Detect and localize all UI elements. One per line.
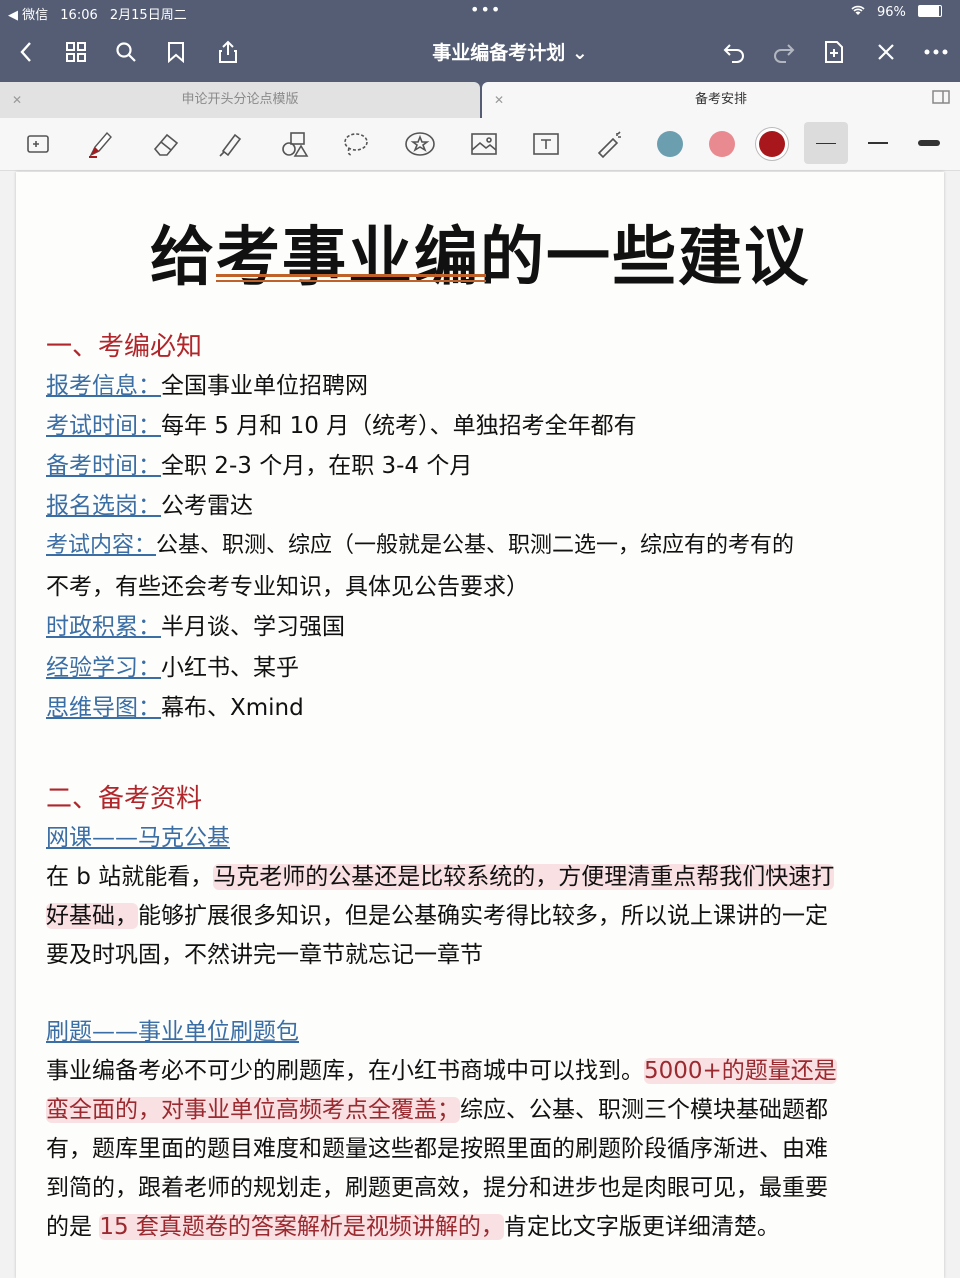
battery-percent: 96%: [876, 5, 906, 20]
pen-icon[interactable]: [84, 128, 116, 160]
subheading-course: 网课——马克公基: [46, 825, 230, 851]
info-value: 公基、职测、综应（一般就是公基、职测二选一，综应有的考有的: [156, 533, 795, 558]
read-mode-icon[interactable]: [22, 128, 54, 160]
close-edit-icon[interactable]: [872, 38, 900, 66]
medium-stroke-icon[interactable]: [868, 142, 888, 144]
tab-label: 备考安排: [694, 92, 747, 107]
paragraph-line: 有，题库里面的题目难度和题量这些都是按照里面的刷题阶段循序渐进、由难: [46, 1136, 828, 1162]
bookmark-icon[interactable]: [162, 38, 190, 66]
info-value: 全职 2-3 个月，在职 3-4 个月: [161, 453, 473, 479]
subheading-question-bank: 刷题——事业单位刷题包: [46, 1019, 299, 1045]
color-swatch-pink[interactable]: [709, 131, 735, 157]
battery-icon: [918, 5, 942, 17]
thin-stroke-icon[interactable]: [816, 143, 836, 144]
title-underline: [216, 274, 486, 277]
paragraph-line: 在 b 站就能看，马克老师的公基还是比较系统的，方便理清重点帮我们快速打: [46, 857, 835, 891]
info-key: 思维导图：: [46, 695, 161, 721]
info-key: 报考信息：: [46, 373, 161, 399]
info-key: 经验学习：: [46, 655, 161, 681]
undo-icon[interactable]: [720, 38, 748, 66]
color-swatch-blue[interactable]: [657, 131, 683, 157]
laser-pointer-icon[interactable]: [594, 128, 626, 160]
text-span: 的是: [46, 1214, 100, 1240]
info-key: 备考时间：: [46, 453, 161, 479]
paragraph-line: 的是 15 套真题卷的答案解析是视频讲解的，肯定比文字版更详细清楚。: [46, 1207, 780, 1241]
status-left: ◀ 微信 16:06 2月15日周二: [8, 4, 195, 23]
text-span: 在 b 站就能看，: [46, 864, 214, 890]
section-heading: 二、备考资料: [46, 784, 203, 814]
text-span: 肯定比文字版更详细清楚。: [503, 1214, 780, 1240]
info-row-continued: 不考，有些还会考专业知识，具体见公告要求）: [46, 567, 529, 601]
info-row: 经验学习：小红书、某乎: [46, 648, 299, 682]
info-row: 思维导图：幕布、Xmind: [46, 688, 304, 722]
multitask-dots[interactable]: •••: [470, 0, 501, 19]
section-heading: 一、考编必知: [46, 332, 203, 362]
tab-shenlun-template[interactable]: ✕ 申论开头分论点模版: [0, 82, 480, 118]
highlighted-text: 马克老师的公基还是比较系统的，方便理清重点帮我们快速打: [213, 864, 835, 890]
highlighter-icon[interactable]: [214, 128, 246, 160]
paragraph-line: 到简的，跟着老师的规划走，刷题更高效，提分和进步也是肉眼可见，最重要: [46, 1175, 828, 1201]
highlighted-text: 蛮全面的，对事业单位高频考点全覆盖；: [46, 1097, 460, 1123]
share-icon[interactable]: [214, 38, 242, 66]
tab-close-icon[interactable]: ✕: [12, 82, 22, 118]
status-right: 96%: [851, 4, 950, 20]
redo-icon[interactable]: [770, 38, 798, 66]
paragraph-line: 好基础，能够扩展很多知识，但是公基确实考得比较多，所以说上课讲的一定: [46, 896, 828, 930]
tab-exam-schedule[interactable]: ✕ 备考安排: [482, 82, 960, 118]
info-value: 公考雷达: [161, 493, 253, 519]
wifi-icon: [851, 5, 869, 20]
text-span: 综应、公基、职测三个模块基础题都: [460, 1097, 828, 1123]
shapes-icon[interactable]: [278, 128, 310, 160]
note-page[interactable]: 给考事业编的一些建议 一、考编必知 报考信息：全国事业单位招聘网 考试时间：每年…: [16, 172, 944, 1278]
nav-bar: 事业编备考计划 ⌄: [0, 24, 960, 80]
info-row: 报考信息：全国事业单位招聘网: [46, 366, 368, 400]
page-title: 给考事业编的一些建议: [150, 221, 810, 295]
info-row: 报名选岗：公考雷达: [46, 486, 253, 520]
paragraph-line: 蛮全面的，对事业单位高频考点全覆盖；综应、公基、职测三个模块基础题都: [46, 1090, 828, 1124]
tab-close-icon[interactable]: ✕: [494, 82, 504, 118]
document-title-menu[interactable]: 事业编备考计划 ⌄: [380, 38, 640, 65]
info-value: 每年 5 月和 10 月（统考）、单独招考全年都有: [161, 413, 637, 439]
text-span: 事业编备考必不可少的刷题库，在小红书商城中可以找到。: [46, 1058, 644, 1084]
status-bar: ◀ 微信 16:06 2月15日周二 ••• 96%: [0, 0, 960, 24]
info-value: 半月谈、学习强国: [161, 614, 345, 640]
status-time: 16:06: [60, 8, 98, 23]
more-icon[interactable]: [922, 38, 950, 66]
status-date: 2月15日周二: [109, 8, 187, 23]
color-swatch-red-selected[interactable]: [759, 131, 785, 157]
split-view-icon[interactable]: [932, 82, 950, 118]
eraser-icon[interactable]: [150, 128, 182, 160]
search-icon[interactable]: [112, 38, 140, 66]
paragraph-line: 要及时巩固，不然讲完一章节就忘记一章节: [46, 942, 483, 968]
grid-icon[interactable]: [62, 38, 90, 66]
add-page-icon[interactable]: [820, 38, 848, 66]
info-value: 幕布、Xmind: [161, 695, 304, 721]
info-key: 时政积累：: [46, 614, 161, 640]
highlighted-text: 5000+的题量还是: [644, 1058, 837, 1084]
thick-stroke-icon[interactable]: [918, 140, 940, 146]
info-value: 小红书、某乎: [161, 655, 299, 681]
info-key: 考试时间：: [46, 413, 161, 439]
text-span: 能够扩展很多知识，但是公基确实考得比较多，所以说上课讲的一定: [138, 903, 828, 929]
info-value: 全国事业单位招聘网: [161, 373, 368, 399]
info-row: 备考时间：全职 2-3 个月，在职 3-4 个月: [46, 446, 472, 480]
info-key: 报名选岗：: [46, 493, 161, 519]
paragraph-line: 事业编备考必不可少的刷题库，在小红书商城中可以找到。5000+的题量还是: [46, 1051, 837, 1085]
title-underline: [216, 280, 486, 282]
text-tool-icon[interactable]: [530, 128, 562, 160]
tab-label: 申论开头分论点模版: [181, 92, 299, 107]
highlighted-text: 15 套真题卷的答案解析是视频讲解的，: [99, 1214, 504, 1240]
image-icon[interactable]: [468, 128, 500, 160]
info-row: 时政积累：半月谈、学习强国: [46, 607, 345, 641]
info-key: 考试内容：: [46, 533, 157, 558]
highlighted-text: 好基础，: [46, 903, 138, 929]
info-row: 考试时间：每年 5 月和 10 月（统考）、单独招考全年都有: [46, 406, 637, 440]
lasso-icon[interactable]: [340, 128, 372, 160]
sticker-icon[interactable]: [404, 128, 436, 160]
back-to-app-link[interactable]: ◀ 微信: [8, 8, 48, 23]
back-chevron-icon[interactable]: [12, 38, 40, 66]
info-row: 考试内容：公基、职测、综应（一般就是公基、职测二选一，综应有的考有的: [46, 527, 794, 559]
tab-bar: ✕ 申论开头分论点模版 ✕ 备考安排: [0, 80, 960, 118]
info-value: 不考，有些还会考专业知识，具体见公告要求）: [46, 574, 529, 600]
